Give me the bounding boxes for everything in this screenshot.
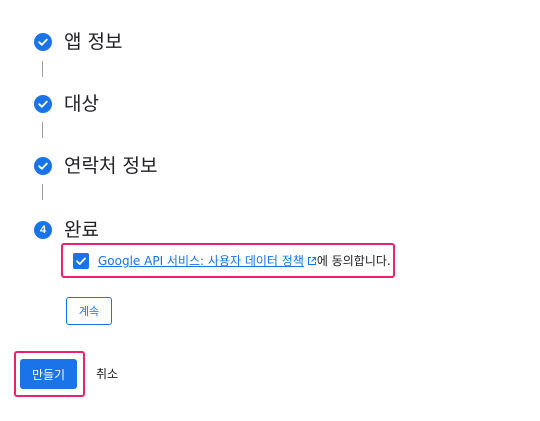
consent-checkbox[interactable] <box>73 252 89 269</box>
step-title: 대상 <box>64 93 99 115</box>
check-circle-icon <box>34 157 52 175</box>
step-app-info[interactable]: 앱 정보 <box>34 30 122 54</box>
step-title: 앱 정보 <box>64 31 123 53</box>
step-title: 연락처 정보 <box>64 155 158 177</box>
consent-row: Google API 서비스: 사용자 데이터 정책 에 동의합니다. <box>61 243 395 278</box>
step-connector <box>42 122 43 138</box>
cancel-button[interactable]: 취소 <box>96 365 118 383</box>
user-data-policy-link[interactable]: Google API 서비스: 사용자 데이터 정책 <box>98 252 304 269</box>
step-connector <box>42 61 43 77</box>
checkmark-icon <box>76 257 86 265</box>
step-audience[interactable]: 대상 <box>34 92 99 116</box>
step-contact-info[interactable]: 연락처 정보 <box>34 154 157 178</box>
check-circle-icon <box>34 33 52 51</box>
continue-button[interactable]: 계속 <box>66 297 112 325</box>
external-link-icon <box>307 256 317 266</box>
step-connector <box>42 184 43 200</box>
create-button[interactable]: 만들기 <box>20 359 77 389</box>
consent-suffix: 에 동의합니다. <box>316 254 391 268</box>
step-finish[interactable]: 4 완료 <box>34 218 99 242</box>
step-number-badge: 4 <box>34 221 52 239</box>
step-title: 완료 <box>64 219 99 241</box>
check-circle-icon <box>34 95 52 113</box>
consent-label: Google API 서비스: 사용자 데이터 정책 에 동의합니다. <box>98 252 391 269</box>
